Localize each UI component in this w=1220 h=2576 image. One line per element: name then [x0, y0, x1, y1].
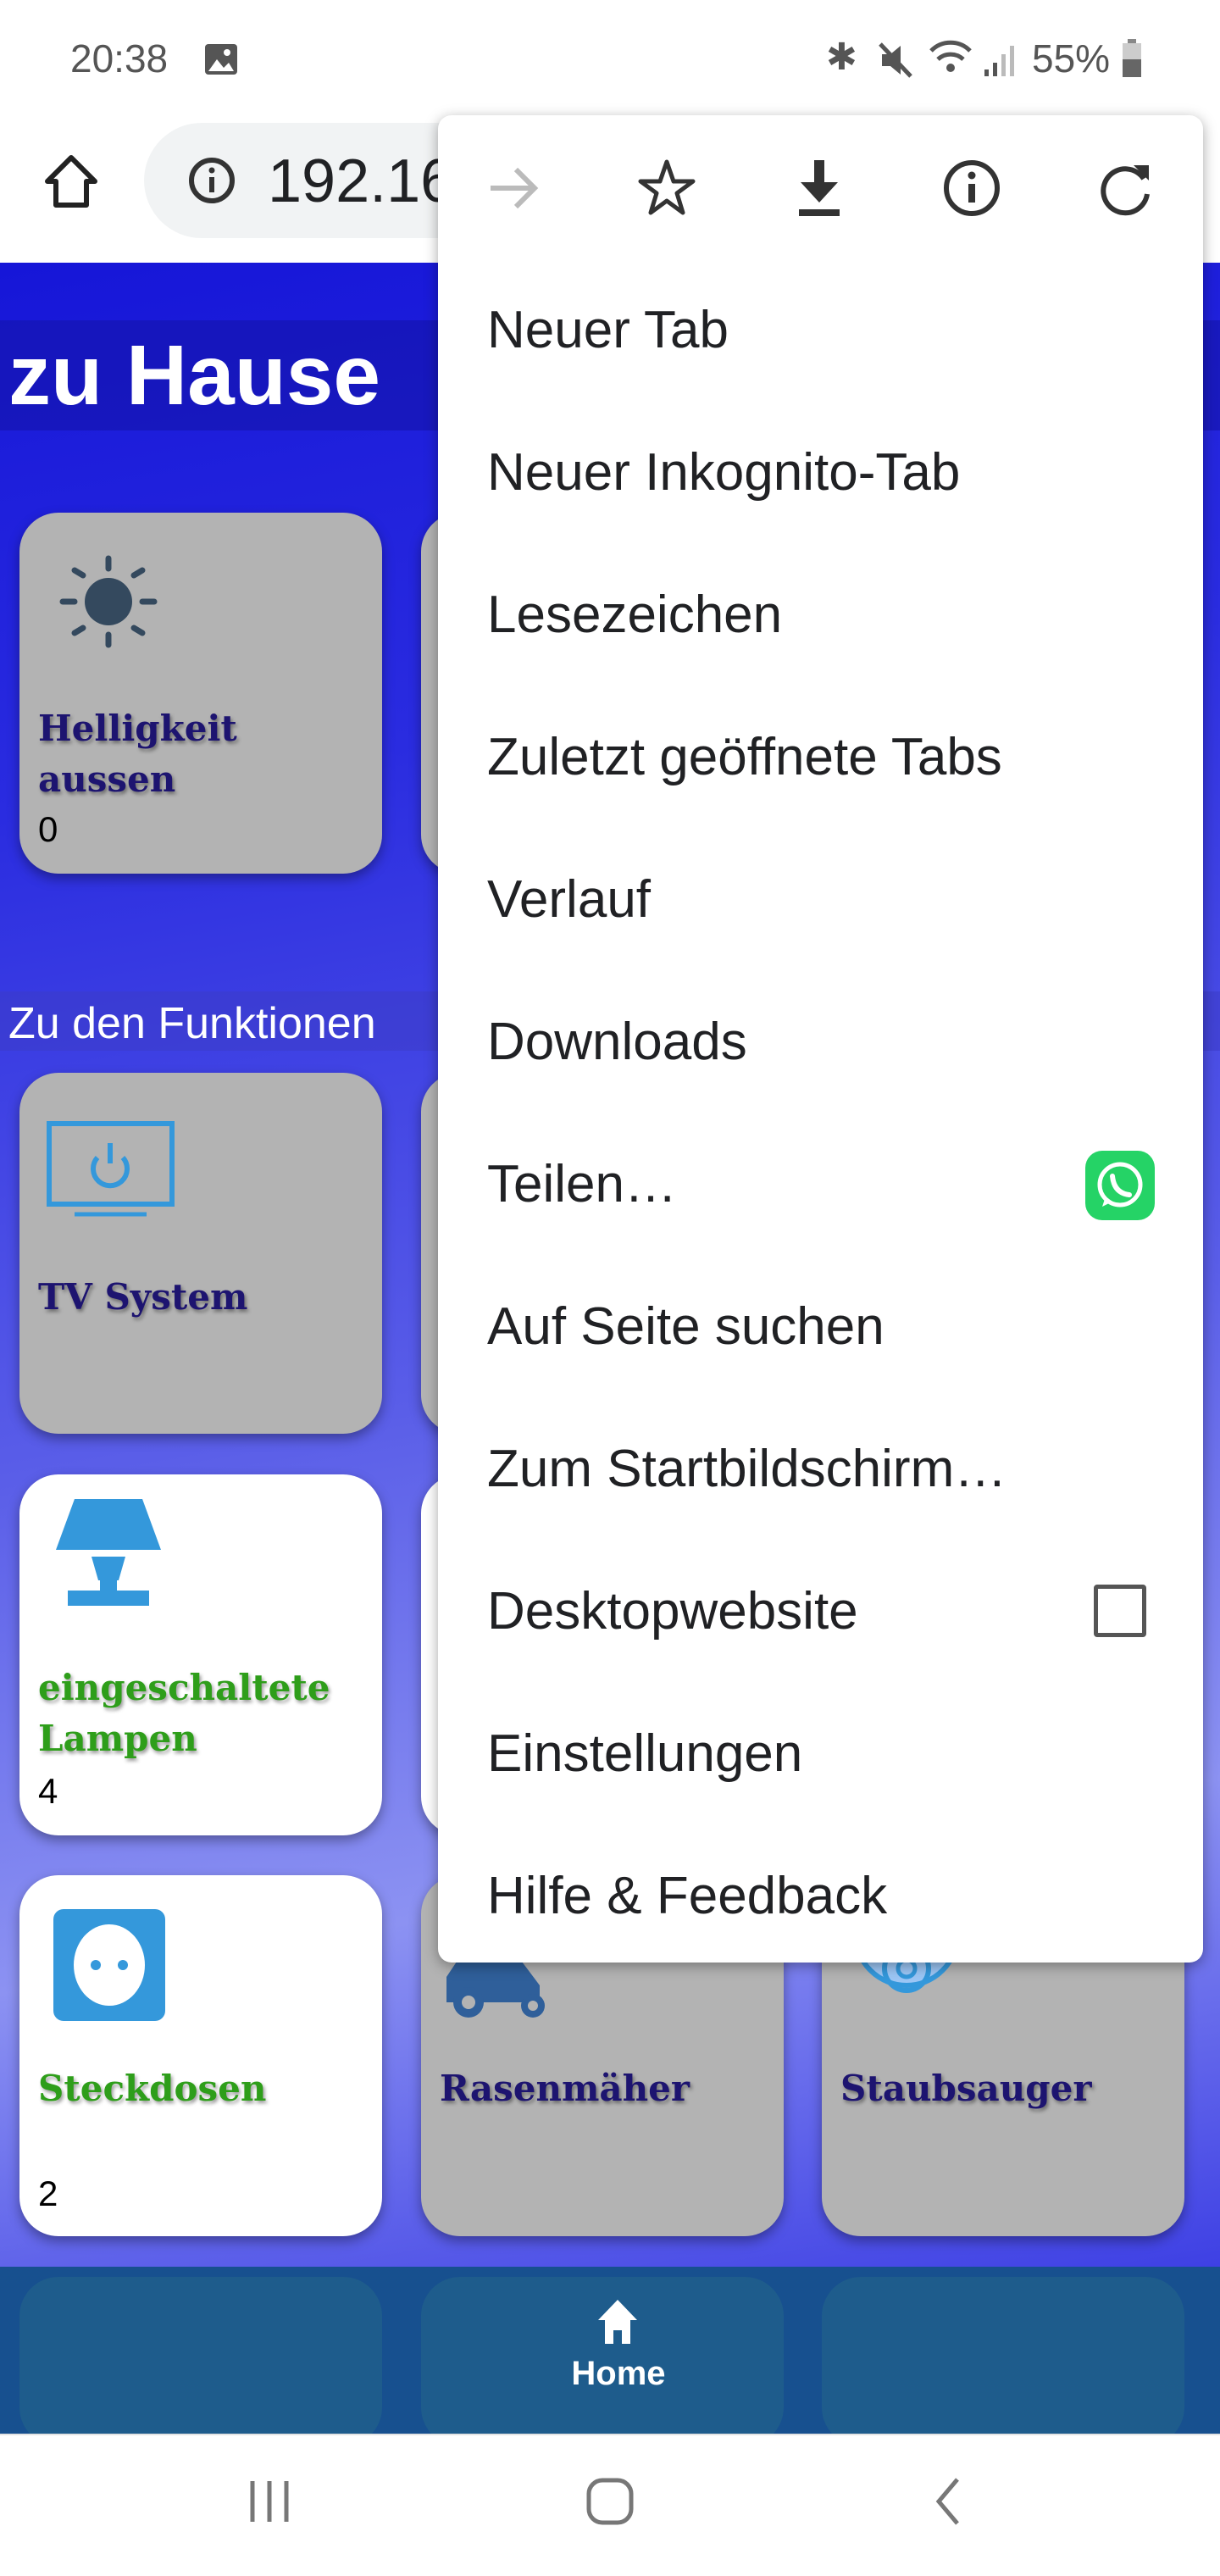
menu-item-find-in-page[interactable]: Auf Seite suchen: [487, 1293, 884, 1361]
page-title: zu Hause: [8, 328, 381, 423]
bluetooth-icon: ✱: [826, 36, 857, 78]
card-title: eingeschaltete: [38, 1667, 330, 1708]
menu-item-history[interactable]: Verlauf: [487, 866, 651, 934]
card-title-line2: aussen: [38, 758, 176, 800]
card-title: TV System: [38, 1276, 248, 1318]
menu-item-downloads[interactable]: Downloads: [487, 1008, 747, 1076]
card-value: 0: [38, 809, 58, 849]
url-text[interactable]: 192.16: [268, 147, 454, 216]
menu-item-recent-tabs[interactable]: Zuletzt geöffnete Tabs: [487, 724, 1002, 791]
status-bar: 20:38 ✱ 55%: [0, 0, 1220, 119]
clock: 20:38: [70, 36, 169, 80]
card-tv-system[interactable]: TV System: [19, 1073, 382, 1434]
menu-item-bookmarks[interactable]: Lesezeichen: [487, 581, 782, 649]
card-value: 4: [38, 1771, 58, 1811]
card-steckdosen[interactable]: Steckdosen 2: [19, 1875, 382, 2236]
menu-item-share[interactable]: Teilen…: [487, 1151, 677, 1219]
info-icon[interactable]: [186, 155, 237, 206]
menu-item-help-feedback[interactable]: Hilfe & Feedback: [487, 1863, 887, 1930]
forward-icon[interactable]: [480, 154, 548, 222]
menu-item-desktop-site[interactable]: Desktopwebsite: [487, 1578, 858, 1646]
image-icon: [205, 44, 237, 75]
system-nav-bar: [0, 2434, 1220, 2576]
reload-icon[interactable]: [1092, 154, 1160, 222]
card-title-line2: Lampen: [38, 1718, 197, 1759]
recent-apps-icon[interactable]: [246, 2478, 293, 2525]
bookmark-star-icon[interactable]: [633, 154, 701, 222]
whatsapp-icon[interactable]: [1085, 1151, 1155, 1220]
lamp-icon: [56, 1499, 161, 1606]
home-nav-icon[interactable]: [596, 2298, 639, 2346]
socket-icon: [53, 1909, 165, 2021]
card-title: Staubsauger: [840, 2068, 1092, 2109]
sun-icon: [59, 555, 158, 648]
menu-item-settings[interactable]: Einstellungen: [487, 1720, 802, 1788]
page-info-icon[interactable]: [938, 154, 1006, 222]
wifi-icon: [929, 40, 972, 72]
tv-power-icon: [47, 1121, 175, 1217]
signal-icon: [984, 46, 1014, 76]
menu-item-add-to-homescreen[interactable]: Zum Startbildschirm…: [487, 1435, 1006, 1503]
battery-icon: [1123, 39, 1141, 77]
section-title: Zu den Funktionen: [8, 999, 376, 1048]
card-title: Rasenmäher: [440, 2068, 690, 2109]
menu-item-new-tab[interactable]: Neuer Tab: [487, 297, 729, 364]
nav-send[interactable]: [822, 2277, 1184, 2446]
mute-icon: [879, 42, 912, 78]
browser-menu: Neuer Tab Neuer Inkognito-Tab Lesezeiche…: [438, 115, 1203, 1963]
card-lampen[interactable]: eingeschaltete Lampen 4: [19, 1474, 382, 1835]
back-icon[interactable]: [932, 2476, 966, 2527]
card-helligkeit[interactable]: Helligkeit aussen 0: [19, 513, 382, 874]
menu-item-incognito-tab[interactable]: Neuer Inkognito-Tab: [487, 439, 960, 507]
card-title: Steckdosen: [38, 2068, 267, 2109]
nav-watering[interactable]: [19, 2277, 382, 2446]
download-icon[interactable]: [785, 154, 853, 222]
card-title: Helligkeit: [38, 708, 237, 749]
home-icon[interactable]: [42, 153, 100, 212]
desktop-site-checkbox[interactable]: [1094, 1585, 1146, 1637]
home-nav-label[interactable]: Home: [568, 2355, 669, 2393]
bottom-nav: Home: [0, 2267, 1220, 2446]
card-value: 2: [38, 2174, 58, 2213]
battery-level: 55%: [1032, 36, 1111, 80]
home-button-icon[interactable]: [585, 2476, 635, 2527]
